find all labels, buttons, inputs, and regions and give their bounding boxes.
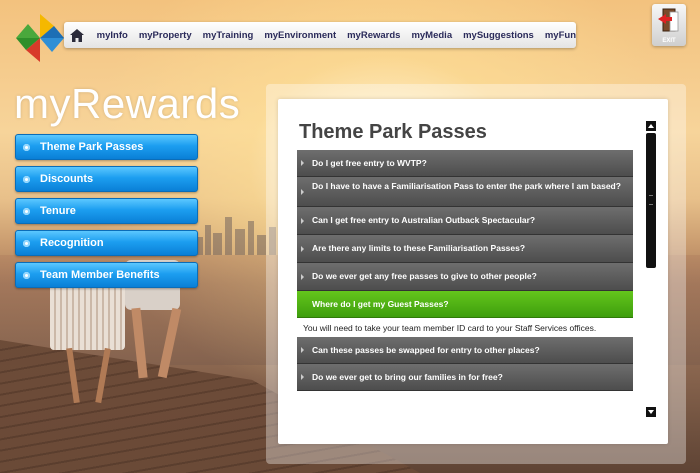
nav-item-myproperty[interactable]: myProperty [139,30,192,41]
pinwheel-logo-icon[interactable] [14,12,66,64]
nav-item-mytraining[interactable]: myTraining [203,30,254,41]
faq-question[interactable]: Do we ever get any free passes to give t… [297,263,633,291]
faq-answer: You will need to take your team member I… [303,323,597,333]
faq-question[interactable]: Can these passes be swapped for entry to… [297,337,633,364]
exit-button[interactable]: EXIT [652,4,686,46]
bullet-icon [23,239,30,247]
bullet-icon [23,143,30,151]
expand-arrow-icon [301,374,304,380]
expand-arrow-icon [301,245,304,252]
expand-arrow-icon [301,217,304,224]
panel-title: Theme Park Passes [299,121,487,143]
sidebar-item-label: Theme Park Passes [40,141,144,153]
sidebar-item-label: Team Member Benefits [40,269,160,281]
nav-item-myenvironment[interactable]: myEnvironment [264,30,336,41]
scroll-down-arrow-icon[interactable] [646,407,656,417]
exit-label: EXIT [662,38,676,44]
scroll-up-arrow-icon[interactable] [646,121,656,131]
bullet-icon [23,271,30,279]
grip-icon [649,195,653,205]
sidebar-item-label: Discounts [40,173,94,185]
expand-arrow-icon [301,160,304,166]
sidebar-item-recognition[interactable]: Recognition [15,230,198,256]
bullet-icon [23,175,30,183]
faq-question[interactable]: Do I have to have a Familiarisation Pass… [297,177,633,207]
nav-item-myfun[interactable]: myFun [545,30,576,41]
faq-question[interactable]: Are there any limits to these Familiaris… [297,235,633,263]
main-nav-bar: myInfo myProperty myTraining myEnvironme… [64,22,576,48]
sidebar-item-theme-park-passes[interactable]: Theme Park Passes [15,134,198,160]
expand-arrow-icon [301,273,304,280]
nav-item-myrewards[interactable]: myRewards [347,30,400,41]
faq-question[interactable]: Do I get free entry to WVTP? [297,150,633,177]
exit-door-icon [658,8,679,32]
home-icon [69,28,84,42]
sidebar-item-label: Recognition [40,237,104,249]
sidebar-item-tenure[interactable]: Tenure [15,198,198,224]
sidebar-item-discounts[interactable]: Discounts [15,166,198,192]
sidebar-item-label: Tenure [40,205,76,217]
sidebar-item-team-member-benefits[interactable]: Team Member Benefits [15,262,198,288]
nav-item-myinfo[interactable]: myInfo [97,30,128,41]
faq-question-active[interactable]: Where do I get my Guest Passes? [297,291,633,318]
nav-item-mymedia[interactable]: myMedia [411,30,452,41]
home-button[interactable] [68,22,86,48]
expand-arrow-icon [301,188,304,195]
faq-question[interactable]: Can I get free entry to Australian Outba… [297,207,633,235]
bullet-icon [23,207,30,215]
nav-item-mysuggestions[interactable]: mySuggestions [463,30,534,41]
faq-list: Do I get free entry to WVTP? Do I have t… [297,150,633,391]
content-panel: Theme Park Passes Do I get free entry to… [278,99,668,444]
page-title: myRewards [14,80,241,127]
expand-arrow-icon [301,347,304,353]
scrollbar[interactable] [646,121,656,417]
scrollbar-thumb[interactable] [646,133,656,268]
sidebar-menu: Theme Park Passes Discounts Tenure Recog… [15,134,198,294]
faq-question[interactable]: Do we ever get to bring our families in … [297,364,633,391]
